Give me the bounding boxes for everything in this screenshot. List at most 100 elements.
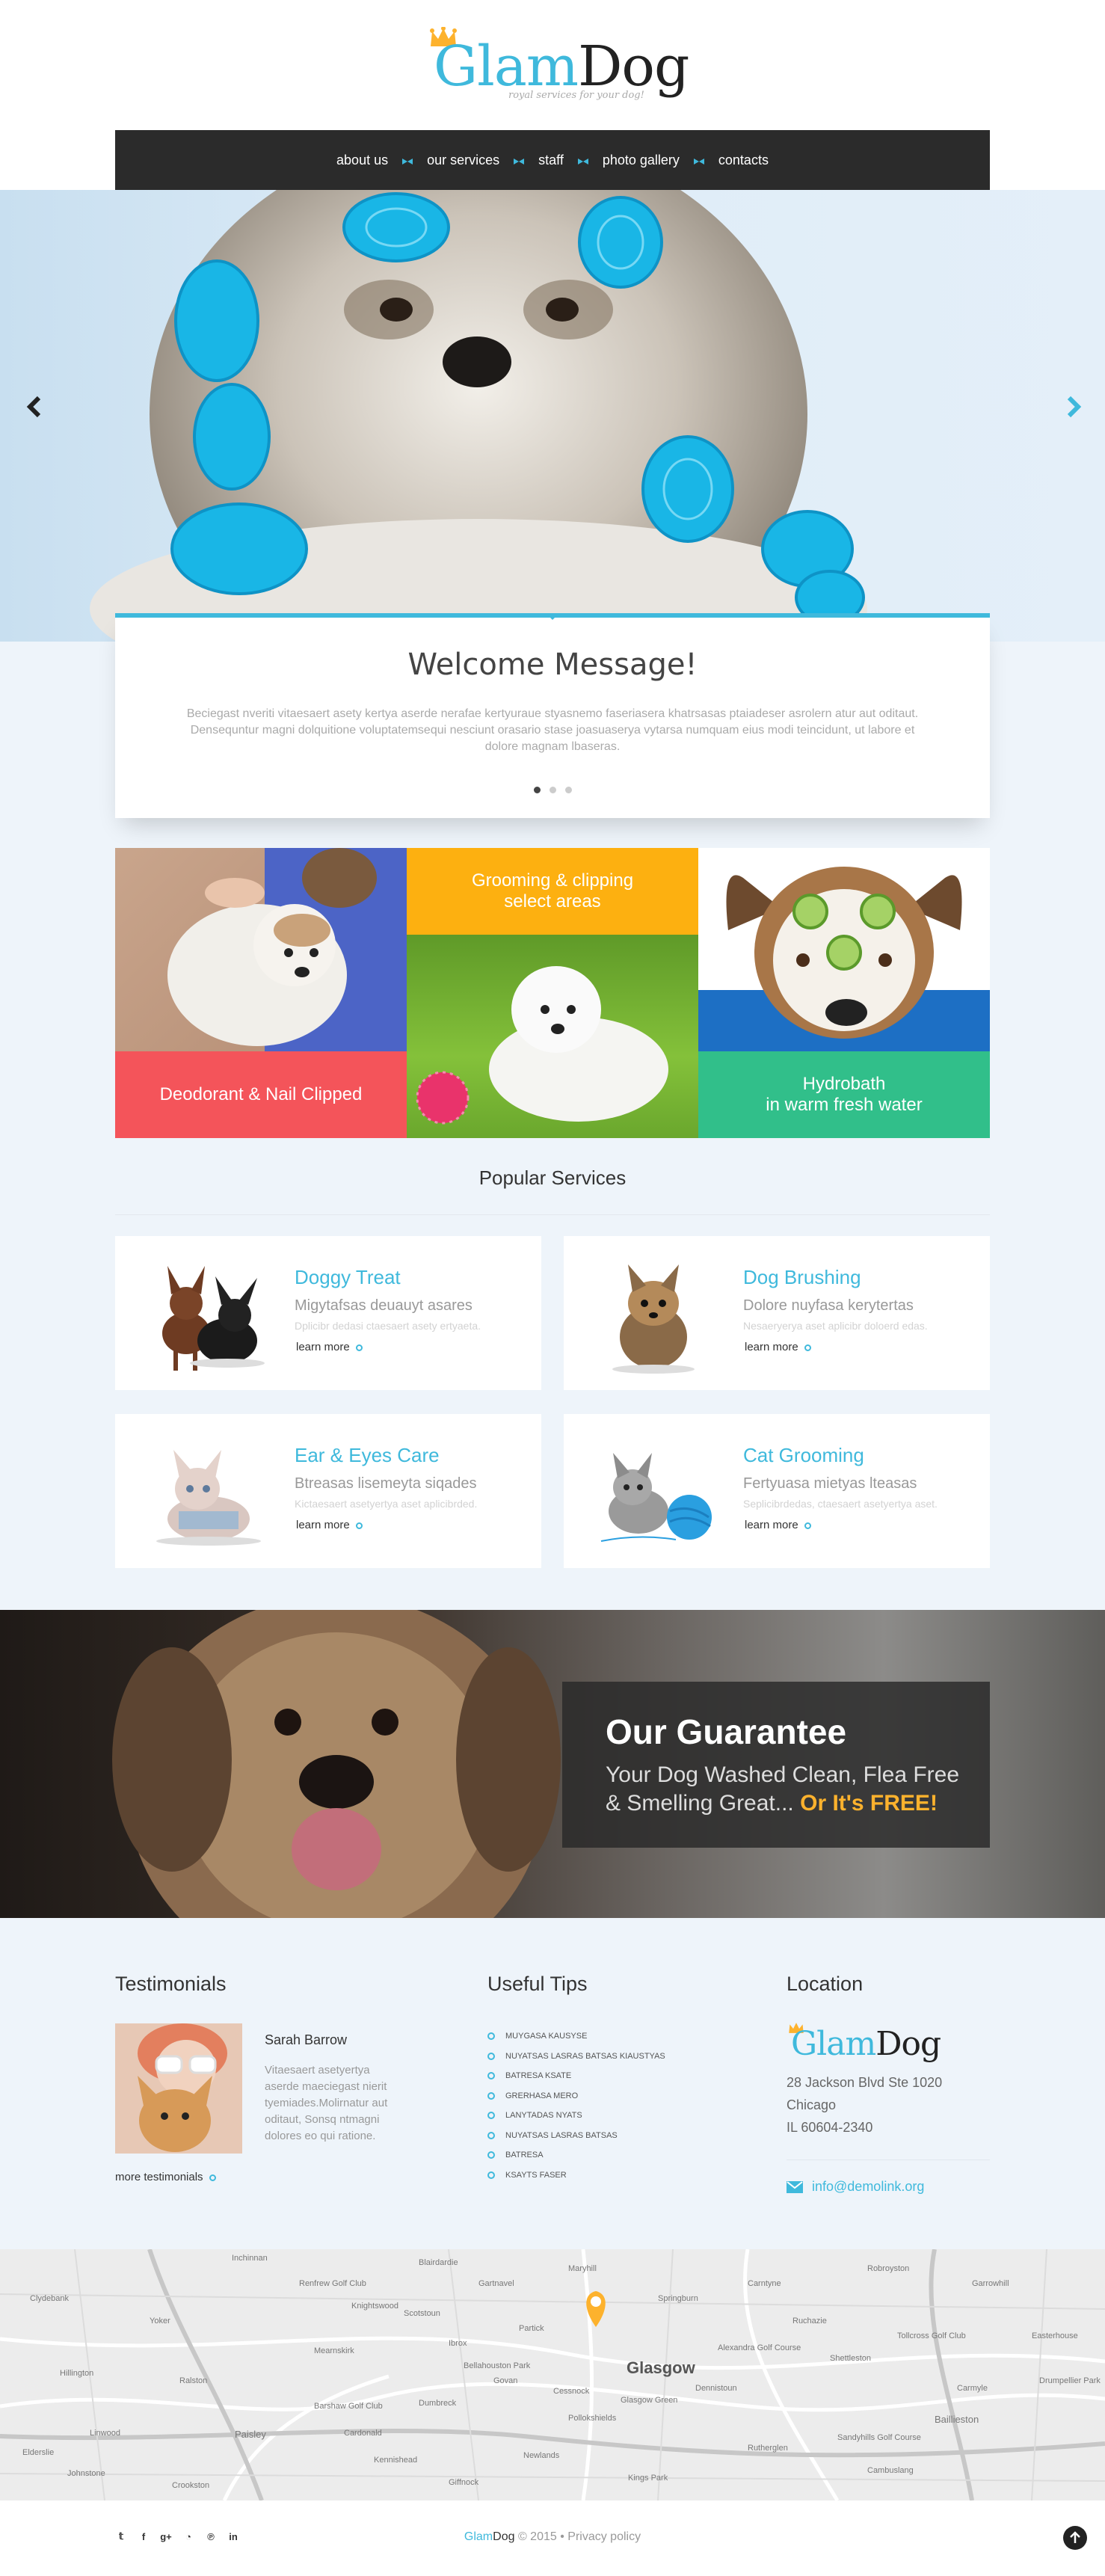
map-label: Crookston (172, 2481, 210, 2490)
logo-glam: Glam (791, 2025, 876, 2063)
email-link[interactable]: info@demolink.org (787, 2179, 924, 2195)
tip-link[interactable]: BATRESA (487, 2145, 727, 2165)
circle-bullet-icon (804, 1344, 811, 1351)
tip-link[interactable]: NUYATSAS LASRAS BATSAS (487, 2126, 727, 2146)
service-title[interactable]: Ear & Eyes Care (295, 1444, 440, 1467)
service-title[interactable]: Cat Grooming (743, 1444, 864, 1467)
slider-dots (115, 787, 990, 793)
testimonial-photo (115, 2023, 242, 2154)
tile-deodorant-label[interactable]: Deodorant & Nail Clipped (115, 1051, 407, 1138)
learn-more-link[interactable]: learn more (296, 1341, 363, 1353)
map-label: Scotstoun (404, 2309, 440, 2318)
testimonial-text: Vitaesaert asetyertya aserde maeciegast … (265, 2064, 388, 2142)
map-label: Drumpellier Park (1039, 2376, 1101, 2385)
map-label: Cardonald (344, 2429, 382, 2438)
slider-dot[interactable] (533, 787, 541, 793)
copyright: GlamDog © 2015 • Privacy policy (0, 2530, 1105, 2544)
main-nav: about us our services staff photo galler… (115, 130, 990, 190)
map-label: Gartnavel (478, 2279, 514, 2288)
map-label: Linwood (90, 2429, 120, 2438)
learn-more-link[interactable]: learn more (745, 1341, 811, 1353)
tile-nail-clipping-photo[interactable] (115, 848, 407, 1051)
welcome-card: Welcome Message! Beciegast nveriti vitae… (115, 613, 990, 818)
nav-contacts[interactable]: contacts (714, 153, 773, 168)
nav-our-services[interactable]: our services (422, 153, 504, 168)
service-subtitle: Dolore nuyfasa kerytertas (743, 1297, 914, 1314)
tip-link[interactable]: KSAYTS FASER (487, 2165, 727, 2186)
map-label: Springburn (658, 2294, 698, 2303)
yorkshire-image (612, 1264, 695, 1374)
nav-photo-gallery[interactable]: photo gallery (598, 153, 684, 168)
envelope-icon (787, 2180, 803, 2193)
map-label: Barshaw Golf Club (314, 2402, 383, 2411)
slider-dot[interactable] (549, 787, 556, 793)
map-label: Robroyston (867, 2264, 910, 2273)
service-subtitle: Btreasas lisemeyta siqades (295, 1475, 477, 1492)
circle-bullet-icon (487, 2032, 495, 2041)
learn-more-link[interactable]: learn more (296, 1519, 363, 1531)
footer-brand-glam: Glam (464, 2530, 493, 2543)
circle-bullet-icon (804, 1522, 811, 1529)
map-label: Pollokshields (568, 2414, 617, 2423)
circle-bullet-icon (487, 2052, 495, 2060)
circle-bullet-icon (487, 2112, 495, 2120)
welcome-caret (546, 613, 559, 620)
map-label: Knightswood (351, 2302, 398, 2311)
map-label: Glasgow Green (621, 2396, 678, 2405)
nav-staff[interactable]: staff (534, 153, 568, 168)
service-title[interactable]: Dog Brushing (743, 1266, 861, 1289)
nav-about-us[interactable]: about us (332, 153, 393, 168)
map-label: Ibrox (449, 2339, 467, 2348)
tip-label: KSAYTS FASER (505, 2170, 567, 2180)
service-card-dog-brushing[interactable]: Dog Brushing Dolore nuyfasa kerytertas N… (564, 1236, 990, 1390)
service-title[interactable]: Doggy Treat (295, 1266, 401, 1289)
circle-bullet-icon (487, 2171, 495, 2179)
map-label: Carntyne (748, 2279, 781, 2288)
arrow-up-icon (1070, 2531, 1080, 2543)
tile-grooming-photo[interactable] (407, 935, 698, 1138)
more-testimonials-link[interactable]: more testimonials (115, 2171, 216, 2183)
logo[interactable]: GlamDog royal services for your dog! (426, 27, 689, 109)
circle-bullet-icon (487, 2072, 495, 2080)
tips-title: Useful Tips (487, 1973, 588, 1995)
map-label: Elderslie (22, 2448, 55, 2457)
guarantee-text: Your Dog Washed Clean, Flea Free & Smell… (606, 1761, 979, 1818)
map-label: Dumbreck (419, 2399, 457, 2408)
learn-more-label: learn more (296, 1341, 350, 1353)
sphynx-cat-image (156, 1450, 261, 1546)
tip-link[interactable]: GRERHASA MERO (487, 2086, 727, 2106)
service-description: Seplicibrdedas, ctaesaert asetyertya ase… (743, 1498, 938, 1510)
tip-link[interactable]: MUYGASA KAUSYSE (487, 2026, 727, 2047)
map-label: Maryhill (568, 2264, 597, 2273)
slider-prev-arrow[interactable] (22, 392, 45, 422)
back-to-top-button[interactable] (1063, 2526, 1087, 2550)
service-card-cat-grooming[interactable]: Cat Grooming Fertyuasa mietyas lteasas S… (564, 1414, 990, 1568)
service-card-doggy-treat[interactable]: Doggy Treat Migytafsas deuauyt asares Dp… (115, 1236, 541, 1390)
tip-link[interactable]: NUYATSAS LASRAS BATSAS KIAUSTYAS (487, 2047, 727, 2067)
woman-with-dog-image (115, 2023, 242, 2154)
service-description: Dplicibr dedasi ctaesaert asety ertyaeta… (295, 1320, 481, 1332)
address-line: IL 60604-2340 (787, 2120, 873, 2135)
bow-icon (514, 159, 525, 165)
learn-more-link[interactable]: learn more (745, 1519, 811, 1531)
address-line: Chicago (787, 2097, 837, 2112)
kitten-yarn-image (600, 1453, 712, 1542)
map-label: Govan (493, 2376, 518, 2385)
map-label: Cambuslang (867, 2466, 914, 2475)
tip-link[interactable]: LANYTADAS NYATS (487, 2106, 727, 2126)
tile-hydrobath-label[interactable]: Hydrobath in warm fresh water (698, 1051, 990, 1138)
tip-link[interactable]: BATRESA KSATE (487, 2066, 727, 2086)
slider-next-arrow[interactable] (1063, 392, 1086, 422)
service-card-ear-eyes-care[interactable]: Ear & Eyes Care Btreasas lisemeyta siqad… (115, 1414, 541, 1568)
privacy-policy-link[interactable]: Privacy policy (567, 2530, 641, 2543)
chihuahua-image (162, 1266, 265, 1371)
map-label: Garrowhill (972, 2279, 1009, 2288)
tile-hydrobath-photo[interactable] (698, 848, 990, 1051)
map-label: Blairdardie (419, 2258, 458, 2267)
footer-logo[interactable]: GlamDog (787, 2022, 951, 2067)
services-title: Popular Services (478, 1166, 627, 1189)
slider-dot[interactable] (564, 787, 572, 793)
location-map[interactable]: Glasgow Inchinnan Renfrew Golf Club Mear… (0, 2249, 1105, 2500)
map-label: Bellahouston Park (464, 2361, 531, 2370)
tile-grooming-label[interactable]: Grooming & clipping select areas (407, 848, 698, 935)
